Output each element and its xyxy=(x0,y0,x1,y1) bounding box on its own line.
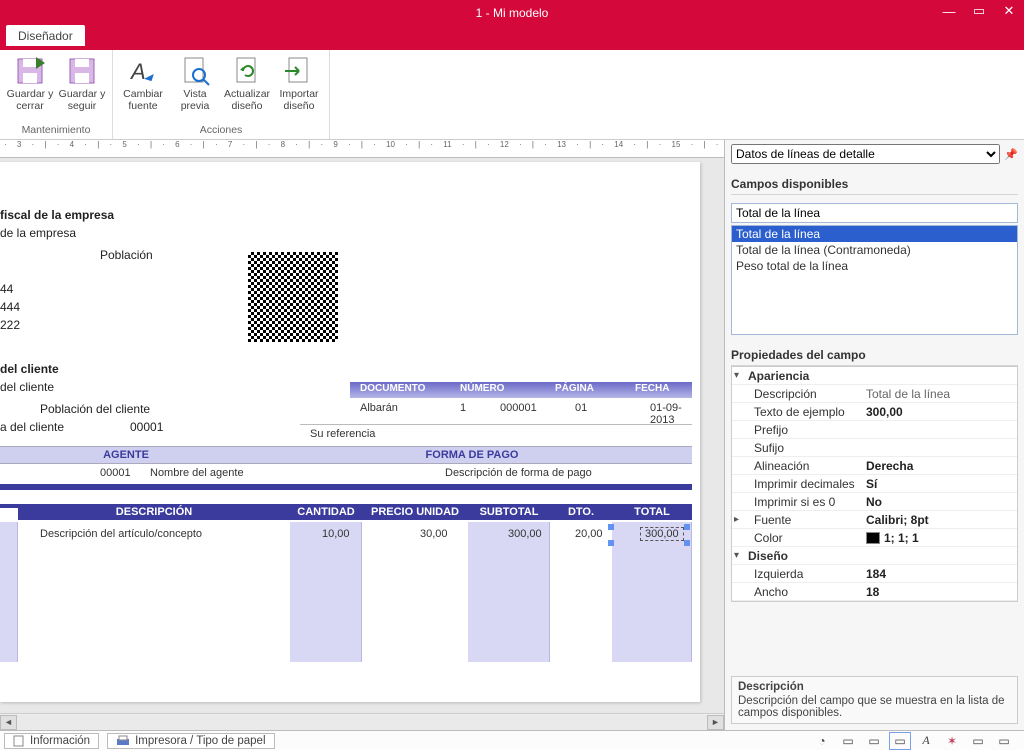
design-canvas[interactable]: fiscal de la empresa de la empresa Pobla… xyxy=(0,158,724,713)
property-description: Descripción Descripción del campo que se… xyxy=(731,676,1018,724)
font-icon: A xyxy=(127,55,159,87)
save-close-button[interactable]: Guardar y cerrar xyxy=(4,52,56,123)
agent-h-agente: AGENTE xyxy=(0,446,252,464)
change-font-button[interactable]: A Cambiar fuente xyxy=(117,52,169,123)
status-view-icons: ◔ ▭ ▭ ▭ A ✶ ▭ ▭ xyxy=(812,733,1024,749)
report-page: fiscal de la empresa de la empresa Pobla… xyxy=(0,162,700,702)
refresh-design-button[interactable]: Actualizar diseño xyxy=(221,52,273,123)
pin-icon[interactable]: 📌 xyxy=(1004,148,1018,161)
scroll-right-button[interactable]: ► xyxy=(707,715,724,730)
available-fields-title: Campos disponibles xyxy=(731,174,1018,195)
col-h-descripcion: DESCRIPCIÓN xyxy=(18,504,290,520)
qr-code xyxy=(248,252,338,342)
view-icon-3[interactable]: ▭ xyxy=(864,733,884,749)
preview-button[interactable]: Vista previa xyxy=(169,52,221,123)
client-sub: del cliente xyxy=(0,380,54,394)
client-code: 00001 xyxy=(130,420,163,434)
docinfo-sep xyxy=(300,424,692,425)
line-sub[interactable]: 300,00 xyxy=(508,528,542,540)
data-source-combo[interactable]: Datos de líneas de detalle xyxy=(731,144,1000,164)
num-2: 444 xyxy=(0,300,20,314)
field-option-total-contra[interactable]: Total de la línea (Contramoneda) xyxy=(732,242,1017,258)
line-dto[interactable]: 20,00 xyxy=(575,528,603,540)
view-icon-2[interactable]: ▭ xyxy=(838,733,858,749)
docinfo-h-pagina: PÁGINA xyxy=(555,383,594,394)
tab-designer[interactable]: Diseñador xyxy=(6,25,85,46)
view-icon-7[interactable]: ▭ xyxy=(968,733,988,749)
col-h-total: TOTAL xyxy=(612,504,692,520)
agent-name: Nombre del agente xyxy=(150,467,244,479)
field-search-input[interactable] xyxy=(731,203,1018,223)
document-icon xyxy=(13,735,25,747)
minimize-button[interactable]: — xyxy=(934,0,964,22)
view-icon-1[interactable]: ◔ xyxy=(812,733,832,749)
agent-h-pago: FORMA DE PAGO xyxy=(252,446,692,464)
refresh-icon xyxy=(231,55,263,87)
preview-icon xyxy=(179,55,211,87)
line-desc[interactable]: Descripción del artículo/concepto xyxy=(40,528,202,540)
col-h-dto: DTO. xyxy=(550,504,612,520)
field-option-total[interactable]: Total de la línea xyxy=(732,226,1017,242)
company-sub: de la empresa xyxy=(0,226,76,240)
ribbon-group-actions-label: Acciones xyxy=(117,123,325,137)
docinfo-h-documento: DOCUMENTO xyxy=(360,383,425,394)
ribbon-tabstrip: Diseñador xyxy=(0,25,1024,50)
horizontal-scrollbar[interactable]: ◄ ► xyxy=(0,713,724,730)
docinfo-h-fecha: FECHA xyxy=(635,383,669,394)
maximize-button[interactable]: ▭ xyxy=(964,0,994,22)
num-1: 44 xyxy=(0,282,13,296)
import-design-button[interactable]: Importar diseño xyxy=(273,52,325,123)
view-icon-5[interactable]: A xyxy=(916,733,936,749)
col-h-cantidad: CANTIDAD xyxy=(290,504,362,520)
num-3: 222 xyxy=(0,318,20,332)
view-icon-4[interactable]: ▭ xyxy=(890,733,910,749)
close-button[interactable]: ✕ xyxy=(994,0,1024,22)
company-poblacion: Población xyxy=(100,248,153,262)
side-panel: Datos de líneas de detalle 📌 Campos disp… xyxy=(724,140,1024,730)
ribbon: Guardar y cerrar Guardar y seguir Manten… xyxy=(0,50,1024,140)
view-icon-6[interactable]: ✶ xyxy=(942,733,962,749)
client-title: del cliente xyxy=(0,362,59,376)
status-printer-button[interactable]: Impresora / Tipo de papel xyxy=(107,733,274,749)
property-grid[interactable]: ▾Apariencia DescripciónTotal de la línea… xyxy=(731,366,1018,602)
save-continue-icon xyxy=(66,55,98,87)
save-close-icon xyxy=(14,55,46,87)
line-qty[interactable]: 10,00 xyxy=(322,528,350,540)
titlebar: 1 - Mi modelo — ▭ ✕ xyxy=(0,0,1024,25)
line-total-selected[interactable]: 300,00 xyxy=(640,527,684,541)
ribbon-group-maintenance-label: Mantenimiento xyxy=(4,123,108,137)
import-icon xyxy=(283,55,315,87)
col-h-blank xyxy=(0,504,18,508)
printer-icon xyxy=(116,735,130,747)
divider-bar xyxy=(0,484,692,490)
agent-code: 00001 xyxy=(100,467,131,479)
client-pob: Población del cliente xyxy=(40,402,150,416)
svg-text:A: A xyxy=(129,59,146,84)
field-props-title: Propiedades del campo xyxy=(731,345,1018,366)
col-h-precio: PRECIO UNIDAD xyxy=(362,504,468,520)
line-price[interactable]: 30,00 xyxy=(420,528,448,540)
docinfo-h-numero: NÚMERO xyxy=(460,383,504,394)
save-continue-button[interactable]: Guardar y seguir xyxy=(56,52,108,123)
agent-pay: Descripción de forma de pago xyxy=(445,467,592,479)
docinfo-v-numero-b: 000001 xyxy=(500,402,537,414)
docinfo-ref: Su referencia xyxy=(310,428,375,440)
statusbar: Información Impresora / Tipo de papel ◔ … xyxy=(0,730,1024,750)
docinfo-v-documento: Albarán xyxy=(360,402,398,414)
color-swatch xyxy=(866,532,880,544)
docinfo-v-numero-a: 1 xyxy=(460,402,466,414)
docinfo-v-fecha: 01-09-2013 xyxy=(650,402,700,426)
view-icon-8[interactable]: ▭ xyxy=(994,733,1014,749)
client-code-label: a del cliente xyxy=(0,420,64,434)
status-info-button[interactable]: Información xyxy=(4,733,99,749)
company-fiscal-title: fiscal de la empresa xyxy=(0,208,114,222)
field-option-peso[interactable]: Peso total de la línea xyxy=(732,258,1017,274)
field-list[interactable]: Total de la línea Total de la línea (Con… xyxy=(731,225,1018,335)
scroll-left-button[interactable]: ◄ xyxy=(0,715,17,730)
col-h-subtotal: SUBTOTAL xyxy=(468,504,550,520)
docinfo-v-pagina: 01 xyxy=(575,402,587,414)
horizontal-ruler: · 3 · | · 4 · | · 5 · | · 6 · | · 7 · | … xyxy=(0,140,724,158)
window-title: 1 - Mi modelo xyxy=(476,6,549,20)
